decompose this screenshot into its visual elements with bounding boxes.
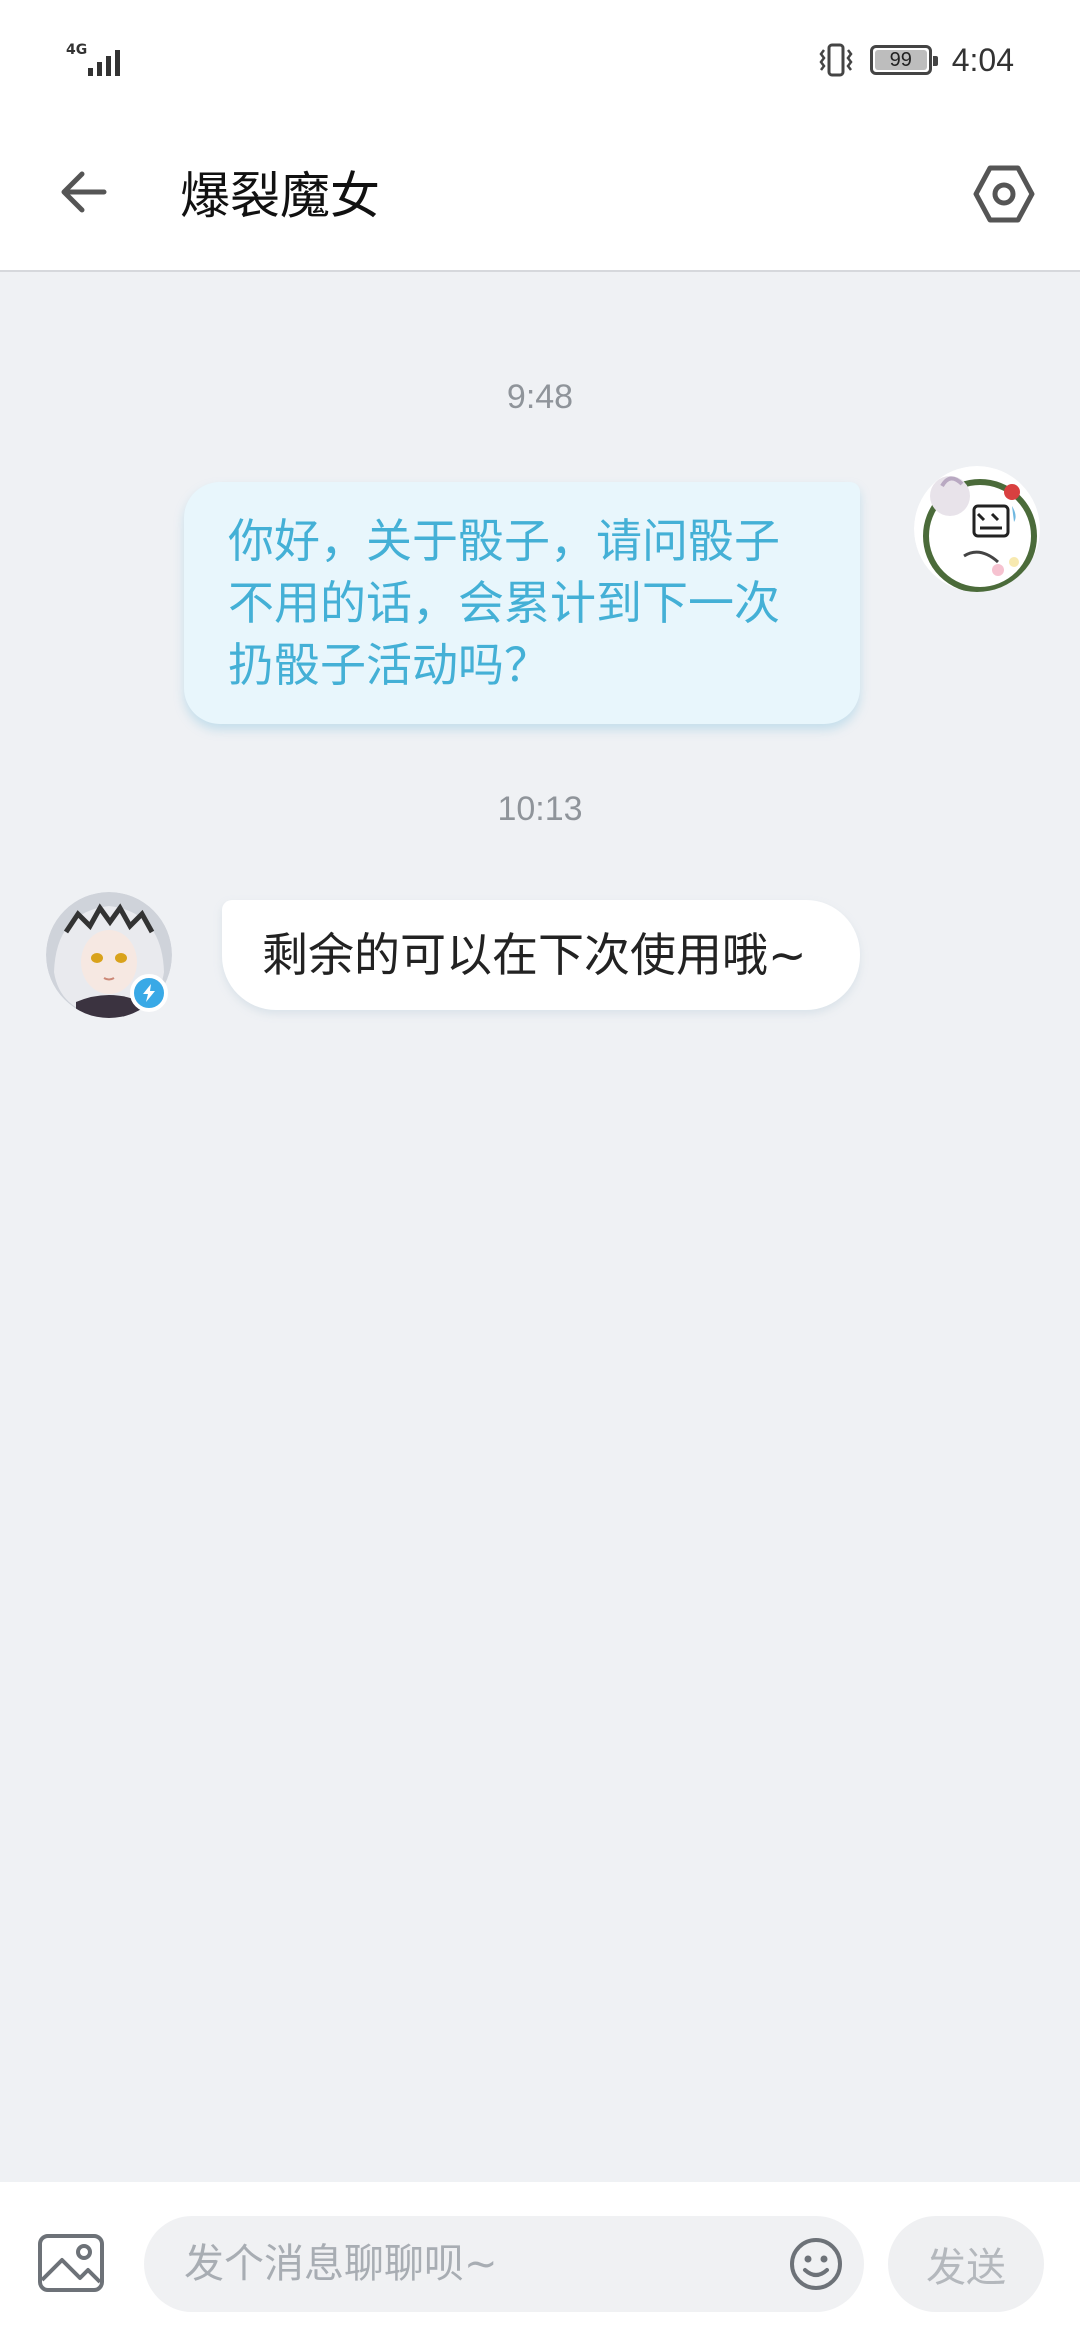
hexagon-settings-icon xyxy=(973,165,1035,223)
smiley-icon xyxy=(790,2238,842,2290)
image-icon xyxy=(38,2234,104,2292)
status-clock: 4:04 xyxy=(951,41,1014,78)
my-avatar[interactable] xyxy=(914,466,1040,592)
vibrate-icon xyxy=(816,42,856,78)
chat-header: 爆裂魔女 xyxy=(0,120,1080,272)
status-bar: 4G 99 4:04 xyxy=(0,0,1080,120)
signal-bars-icon xyxy=(88,46,120,76)
arrow-left-icon xyxy=(61,171,107,213)
image-button[interactable] xyxy=(36,2232,106,2294)
page-title: 爆裂魔女 xyxy=(180,167,380,225)
message-composer: 发送 xyxy=(0,2182,1080,2340)
message-input[interactable] xyxy=(144,2216,864,2312)
send-button[interactable]: 发送 xyxy=(888,2216,1044,2312)
back-button[interactable] xyxy=(48,156,120,228)
settings-button[interactable] xyxy=(964,154,1044,234)
battery-level: 99 xyxy=(889,48,912,71)
incoming-message-bubble[interactable]: 剩余的可以在下次使用哦~ xyxy=(222,900,860,1010)
battery-icon: 99 xyxy=(869,45,938,75)
signal-indicator: 4G xyxy=(66,42,126,78)
network-type-label: 4G xyxy=(66,42,88,58)
status-right-group: 99 4:04 xyxy=(816,38,1014,82)
message-timestamp: 9:48 xyxy=(506,378,574,416)
lightning-badge-icon xyxy=(143,984,155,1002)
verified-badge xyxy=(130,974,168,1012)
outgoing-message-bubble[interactable]: 你好，关于骰子，请问骰子不用的话，会累计到下一次扔骰子活动吗？ xyxy=(184,482,860,724)
message-timestamp: 10:13 xyxy=(497,790,583,828)
emoji-button[interactable] xyxy=(788,2236,844,2292)
